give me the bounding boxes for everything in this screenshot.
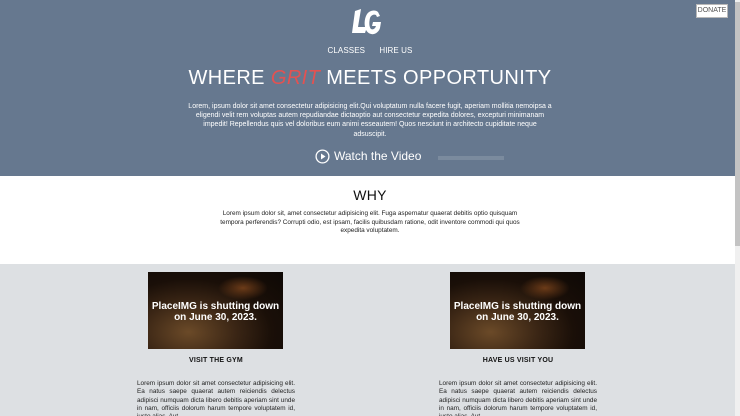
image-caption: PlaceIMG is shutting down on June 30, 20… [453, 301, 582, 323]
headline-part-2: MEETS OPPORTUNITY [320, 67, 552, 89]
main-nav: CLASSES HIRE US [0, 46, 740, 55]
page-scrollbar[interactable] [735, 0, 740, 416]
hero-section: DONATE CLASSES HIRE US WHERE GRIT MEETS … [0, 0, 740, 176]
logo[interactable] [352, 7, 382, 39]
card-image: PlaceIMG is shutting down on June 30, 20… [148, 272, 283, 349]
headline-accent: GRIT [270, 67, 321, 89]
nav-item-classes[interactable]: CLASSES [328, 46, 366, 55]
headline-part-1: WHERE [188, 67, 271, 89]
why-section: WHY Lorem ipsum dolor sit, amet consecte… [0, 176, 740, 264]
card-visit-gym: PlaceIMG is shutting down on June 30, 20… [137, 272, 295, 416]
watch-video-link[interactable]: Watch the Video [315, 149, 421, 164]
image-caption: PlaceIMG is shutting down on June 30, 20… [151, 301, 280, 323]
card-text: Lorem ipsum dolor sit amet consectetur a… [439, 380, 597, 416]
play-circle-icon [315, 149, 330, 164]
services-section: PlaceIMG is shutting down on June 30, 20… [0, 264, 740, 416]
card-text: Lorem ipsum dolor sit amet consectetur a… [137, 380, 295, 416]
lg-logo-icon [352, 9, 381, 35]
card-have-us-visit: PlaceIMG is shutting down on June 30, 20… [439, 272, 597, 416]
scrollbar-thumb[interactable] [735, 2, 740, 246]
why-title: WHY [353, 187, 387, 203]
why-text: Lorem ipsum dolor sit, amet consectetur … [220, 210, 520, 235]
card-image: PlaceIMG is shutting down on June 30, 20… [450, 272, 585, 349]
image-glow [520, 276, 570, 300]
hero-intro-text: Lorem, ipsum dolor sit amet consectetur … [188, 103, 552, 138]
card-title: VISIT THE GYM [189, 357, 243, 364]
watch-video-label: Watch the Video [334, 149, 422, 163]
nav-item-hire-us[interactable]: HIRE US [379, 46, 412, 55]
video-progress-bar [438, 156, 504, 160]
hero-headline: WHERE GRIT MEETS OPPORTUNITY [0, 67, 740, 90]
donate-button[interactable]: DONATE [696, 4, 728, 18]
image-glow [218, 276, 268, 300]
card-title: HAVE US VISIT YOU [482, 357, 554, 364]
